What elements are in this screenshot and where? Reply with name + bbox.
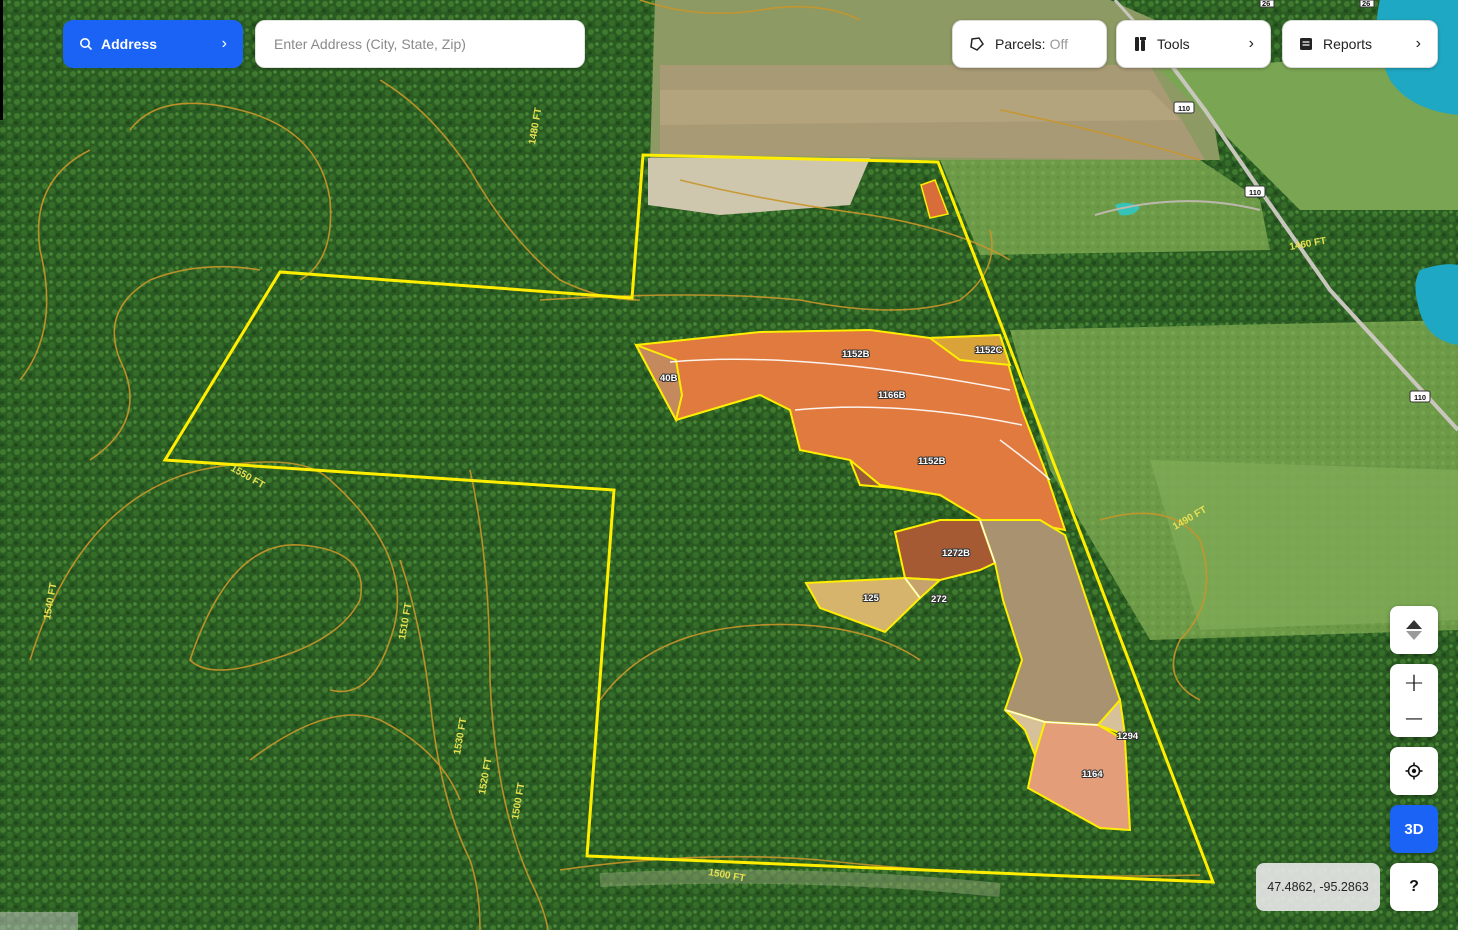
- soil-label: 1164: [1082, 769, 1103, 780]
- svg-text:110: 110: [1178, 104, 1190, 113]
- svg-text:26: 26: [1262, 0, 1270, 8]
- tools-label: Tools: [1157, 36, 1190, 52]
- parcels-state: Off: [1049, 36, 1068, 52]
- soil-label: 40B: [660, 373, 678, 384]
- parcel-icon: [970, 37, 984, 51]
- scale-bar: [0, 912, 78, 930]
- reports-icon: [1300, 38, 1312, 50]
- chevron-right-icon: ›: [221, 35, 227, 52]
- help-button[interactable]: ?: [1390, 863, 1438, 911]
- highway-shield: 26: [1359, 0, 1375, 8]
- svg-text:110: 110: [1414, 393, 1426, 402]
- soil-label: 272: [931, 594, 947, 605]
- satellite-map[interactable]: 1500 FT 1500 FT 1520 FT 1530 FT 1510 FT …: [0, 0, 1458, 930]
- search-icon: [80, 38, 93, 51]
- soil-label: 1152C: [975, 345, 1003, 356]
- highway-shield: 110: [1173, 101, 1195, 114]
- zoom-control: + −: [1390, 664, 1438, 737]
- highway-shield: 26: [1259, 0, 1275, 8]
- coordinates-readout: 47.4862, -95.2863: [1256, 863, 1380, 911]
- tools-button[interactable]: Tools ›: [1116, 20, 1271, 68]
- soil-label: 1152B: [842, 349, 870, 360]
- address-mode-button[interactable]: Address ›: [63, 20, 243, 68]
- address-input[interactable]: [272, 35, 568, 53]
- tools-icon: [1135, 37, 1146, 51]
- address-search-field[interactable]: [255, 20, 585, 68]
- highway-shield: 110: [1409, 390, 1431, 403]
- highway-shield: 110: [1244, 185, 1266, 198]
- reports-button[interactable]: Reports ›: [1282, 20, 1438, 68]
- compass-button[interactable]: [1390, 606, 1438, 654]
- parcels-label: Parcels:: [995, 36, 1046, 52]
- crosshair-icon: [1405, 762, 1423, 780]
- soil-label: 1152B: [918, 456, 946, 467]
- soil-label: 1294: [1117, 731, 1139, 742]
- reports-label: Reports: [1323, 36, 1373, 52]
- soil-label: 1272B: [942, 548, 970, 559]
- svg-text:110: 110: [1249, 188, 1261, 197]
- chevron-right-icon: ›: [1248, 35, 1254, 52]
- locate-button[interactable]: [1390, 747, 1438, 795]
- address-mode-label: Address: [101, 36, 158, 52]
- zoom-in-button[interactable]: +: [1390, 665, 1438, 701]
- parcels-toggle-button[interactable]: Parcels: Off: [952, 20, 1107, 68]
- svg-text:26: 26: [1362, 0, 1370, 8]
- soil-label: 1166B: [878, 390, 906, 401]
- soil-label: 125: [863, 593, 880, 604]
- compass-icon: [1406, 620, 1422, 640]
- 3d-toggle-button[interactable]: 3D: [1390, 805, 1438, 853]
- zoom-out-button[interactable]: −: [1390, 701, 1438, 737]
- chevron-right-icon: ›: [1415, 35, 1421, 52]
- left-edge-bar: [0, 0, 3, 120]
